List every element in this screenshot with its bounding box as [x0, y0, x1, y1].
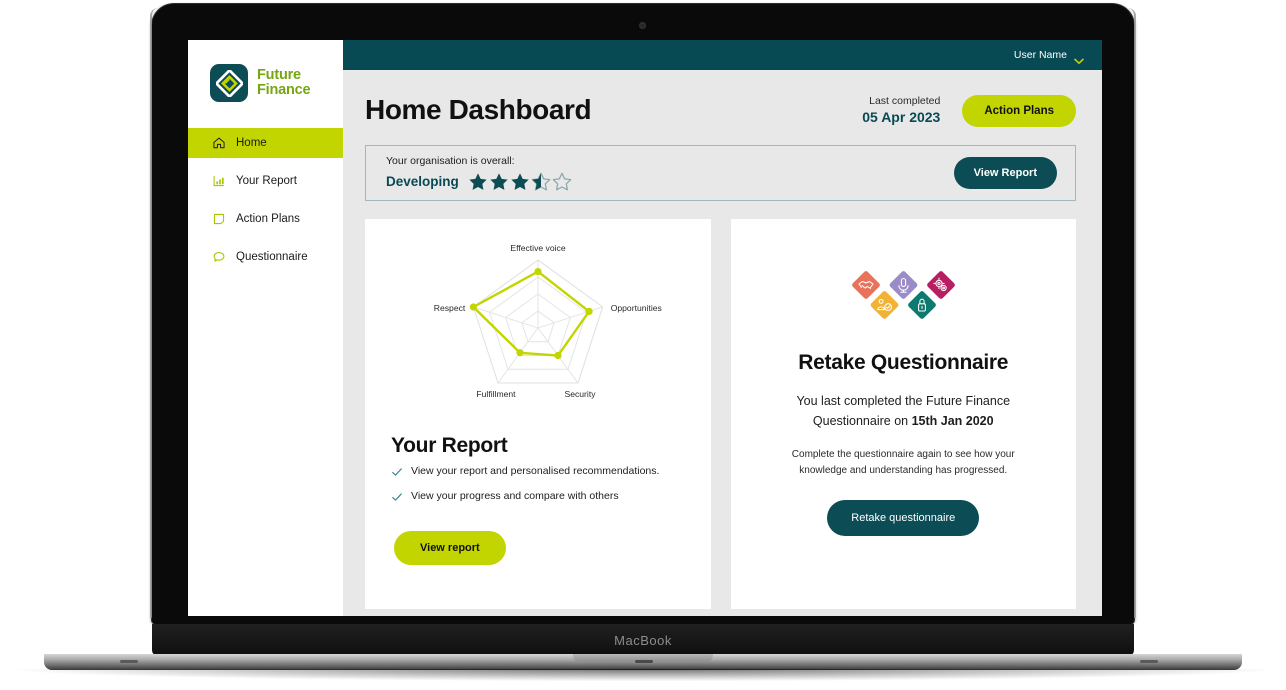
radar-chart: Effective voice Opportunities Security Fulf… — [434, 243, 662, 399]
retake-card-heading: Retake Questionnaire — [798, 351, 1009, 375]
diamond-icon-cluster — [775, 265, 1033, 329]
radar-data-point — [554, 351, 562, 359]
laptop-foot-middle — [635, 660, 653, 663]
retake-subtitle-date: 15th Jan 2020 — [911, 414, 994, 429]
star-full-icon — [490, 173, 508, 190]
bar-chart-icon — [212, 174, 226, 188]
user-name-label: User Name — [1013, 49, 1067, 61]
radar-axis-label: Opportunities — [610, 303, 661, 313]
retake-card-body: Retake Questionnaire You last completed … — [731, 219, 1077, 537]
retake-card-note: Complete the questionnaire again to see … — [791, 449, 1015, 476]
page-title: Home Dashboard — [365, 94, 592, 125]
last-completed-block: Last completed 05 Apr 2023 — [862, 94, 940, 127]
action-plans-button[interactable]: Action Plans — [962, 94, 1076, 127]
radar-axis-label: Fulfillment — [476, 389, 516, 399]
dashboard-cards: Effective voice Opportunities Security Fulf… — [365, 219, 1077, 610]
report-card-body: Your Report View your report and persona… — [365, 434, 711, 566]
sidebar-item-label: Your Report — [236, 175, 297, 187]
page-body: Home Dashboard Last completed 05 Apr 202… — [343, 70, 1102, 616]
laptop-shadow — [18, 669, 1268, 681]
sidebar-item-action-plans[interactable]: Action Plans — [188, 204, 343, 234]
view-report-button[interactable]: View report — [394, 531, 506, 566]
rating-row: Developing — [386, 172, 572, 192]
sidebar-item-label: Questionnaire — [236, 251, 308, 263]
sidebar-item-label: Home — [236, 137, 267, 149]
laptop-lid-edge-right — [1128, 8, 1136, 618]
report-bullet: View your report and personalised recomm… — [391, 465, 685, 483]
report-bullet: View your progress and compare with othe… — [391, 490, 685, 508]
diamond-opportunities — [926, 271, 955, 299]
diamond-shape — [889, 271, 918, 299]
overall-rating-bar: Your organisation is overall: Developing… — [365, 145, 1076, 202]
retake-questionnaire-card: Retake Questionnaire You last completed … — [730, 219, 1077, 610]
radar-data-point — [469, 302, 477, 311]
laptop-chin: MacBook — [152, 624, 1134, 656]
your-report-card: Effective voice Opportunities Security Fulf… — [365, 219, 711, 610]
laptop-mockup: Future Finance Home Your Report Action P… — [0, 0, 1286, 690]
future-finance-diamond-logo-icon — [210, 64, 248, 102]
topbar: User Name — [343, 40, 1102, 70]
last-completed-label: Last completed — [869, 95, 941, 107]
report-card-heading: Your Report — [391, 434, 508, 458]
screen: Future Finance Home Your Report Action P… — [188, 40, 1102, 616]
star-full-icon — [469, 173, 487, 190]
radar-data-point — [516, 348, 524, 356]
sidebar-item-label: Action Plans — [236, 213, 300, 225]
sidebar-nav: Home Your Report Action Plans Questionna… — [188, 128, 343, 272]
diamond-respect — [851, 271, 880, 299]
diamond-fulfillment — [870, 291, 899, 319]
last-completed-date: 05 Apr 2023 — [862, 109, 941, 126]
home-icon — [212, 136, 226, 150]
speech-bubble-icon — [212, 250, 226, 264]
diamond-cluster-svg — [851, 271, 955, 319]
laptop-foot-left — [120, 660, 138, 663]
camera-dot-icon — [639, 22, 646, 29]
app-window: Future Finance Home Your Report Action P… — [188, 40, 1102, 616]
content-area: User Name Home Dashboard Last completed … — [343, 40, 1102, 616]
radar-axis-label: Respect — [434, 303, 466, 313]
view-report-button-top[interactable]: View Report — [953, 157, 1057, 190]
radar-chart-container: Effective voice Opportunities Security Fulf… — [365, 219, 711, 434]
radar-data-point — [534, 267, 542, 275]
radar-axis-label: Security — [564, 389, 596, 399]
diamond-shape — [870, 291, 899, 319]
diamond-shape — [907, 291, 936, 319]
laptop-foot-right — [1140, 660, 1158, 663]
radar-axis-label: Effective voice — [510, 243, 565, 253]
retake-questionnaire-button[interactable]: Retake questionnaire — [827, 500, 980, 537]
page-header-actions: Last completed 05 Apr 2023 Action Plans — [862, 88, 1076, 127]
report-bullet-text: View your progress and compare with othe… — [411, 490, 619, 503]
retake-card-subtitle: You last completed the Future Finance Qu… — [775, 391, 1033, 431]
rating-level-label: Developing — [386, 173, 459, 189]
diamond-security — [907, 291, 936, 319]
rating-info: Your organisation is overall: Developing — [386, 154, 572, 192]
user-menu[interactable]: User Name — [1013, 49, 1084, 64]
report-bullet-text: View your report and personalised recomm… — [411, 465, 660, 478]
star-half-icon — [531, 172, 551, 191]
check-icon — [391, 465, 403, 483]
sidebar-item-home[interactable]: Home — [188, 128, 343, 158]
check-icon — [391, 490, 403, 508]
star-empty-icon — [552, 172, 572, 191]
diamond-shape — [851, 271, 880, 299]
sidebar-item-questionnaire[interactable]: Questionnaire — [188, 242, 343, 272]
sidebar: Future Finance Home Your Report Action P… — [188, 40, 343, 616]
chevron-down-icon — [1074, 52, 1084, 64]
rating-caption: Your organisation is overall: — [386, 155, 515, 168]
laptop-lid-edge-left — [150, 8, 158, 618]
brand-text: Future Finance — [257, 66, 311, 99]
diamond-effective-voice — [889, 271, 918, 299]
page-header: Home Dashboard Last completed 05 Apr 202… — [365, 88, 1076, 127]
radar-data-point — [585, 307, 593, 315]
brand-line-2: Finance — [257, 82, 311, 98]
star-full-icon — [511, 173, 529, 190]
brand-line-1: Future — [257, 66, 301, 83]
macbook-label: MacBook — [614, 632, 672, 648]
brand-logo[interactable]: Future Finance — [188, 40, 343, 102]
star-rating — [468, 172, 572, 192]
sidebar-item-your-report[interactable]: Your Report — [188, 166, 343, 196]
diamond-shape — [926, 271, 955, 299]
document-icon — [212, 212, 226, 226]
